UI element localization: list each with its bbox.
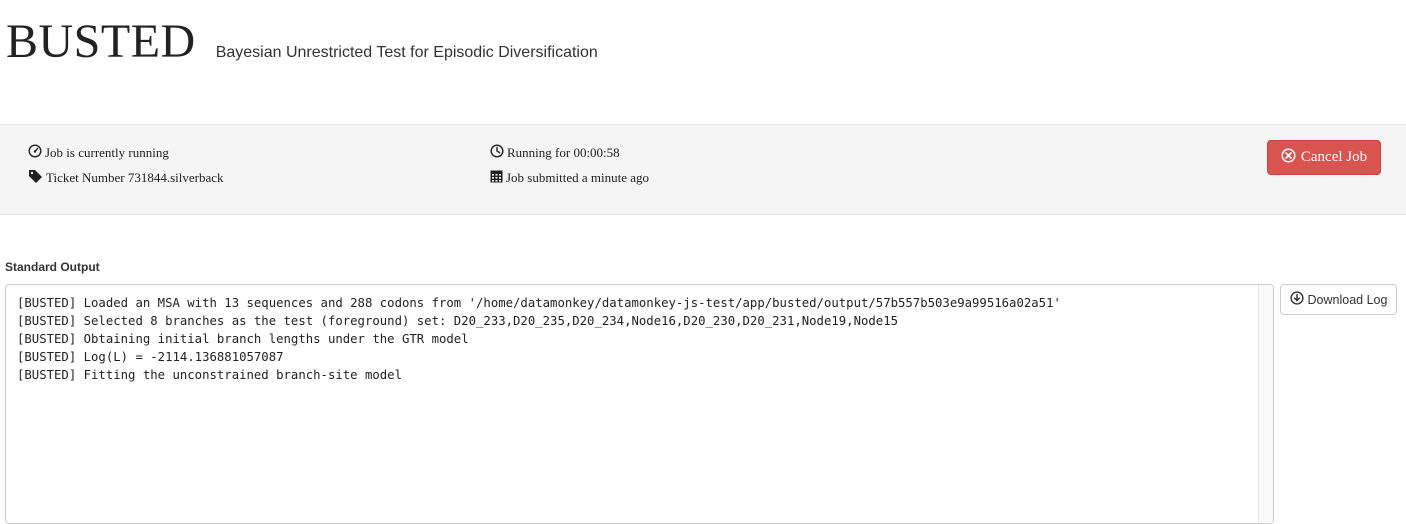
log-text: [BUSTED] Loaded an MSA with 13 sequences…	[17, 296, 1061, 382]
job-state-text: Job is currently running	[45, 145, 169, 160]
download-log-label: Download Log	[1307, 292, 1388, 307]
app-title: BUSTED	[6, 15, 196, 68]
submitted-text: Job submitted a minute ago	[506, 170, 649, 185]
cancel-job-label: Cancel Job	[1300, 149, 1368, 165]
circle-x-icon	[1281, 147, 1301, 168]
standard-output-label: Standard Output	[5, 260, 100, 274]
dashboard-gauge-icon	[28, 144, 45, 162]
log-scrollbar[interactable]	[1258, 285, 1273, 523]
download-log-button[interactable]: Download Log	[1280, 284, 1397, 315]
job-state-row: Job is currently running	[28, 144, 224, 162]
app-subtitle: Bayesian Unrestricted Test for Episodic …	[215, 44, 598, 61]
job-info-column: Job is currently running Ticket Number 7…	[28, 144, 224, 194]
ticket-number-text: Ticket Number 731844.silverback	[46, 170, 224, 185]
circle-download-icon	[1289, 291, 1308, 308]
clock-icon	[490, 144, 507, 162]
page-header: BUSTED Bayesian Unrestricted Test for Ep…	[6, 14, 598, 70]
job-status-panel: Job is currently running Ticket Number 7…	[0, 124, 1406, 215]
job-timing-column: Running for 00:00:58 Job submitted a min…	[490, 144, 649, 194]
cancel-job-button[interactable]: Cancel Job	[1267, 140, 1381, 175]
submitted-row: Job submitted a minute ago	[490, 169, 649, 187]
running-time-text: Running for 00:00:58	[507, 145, 620, 160]
running-time-row: Running for 00:00:58	[490, 144, 649, 162]
tag-icon	[28, 169, 46, 187]
calendar-icon	[490, 169, 506, 187]
standard-output-log[interactable]: [BUSTED] Loaded an MSA with 13 sequences…	[5, 284, 1274, 524]
ticket-row: Ticket Number 731844.silverback	[28, 169, 224, 187]
